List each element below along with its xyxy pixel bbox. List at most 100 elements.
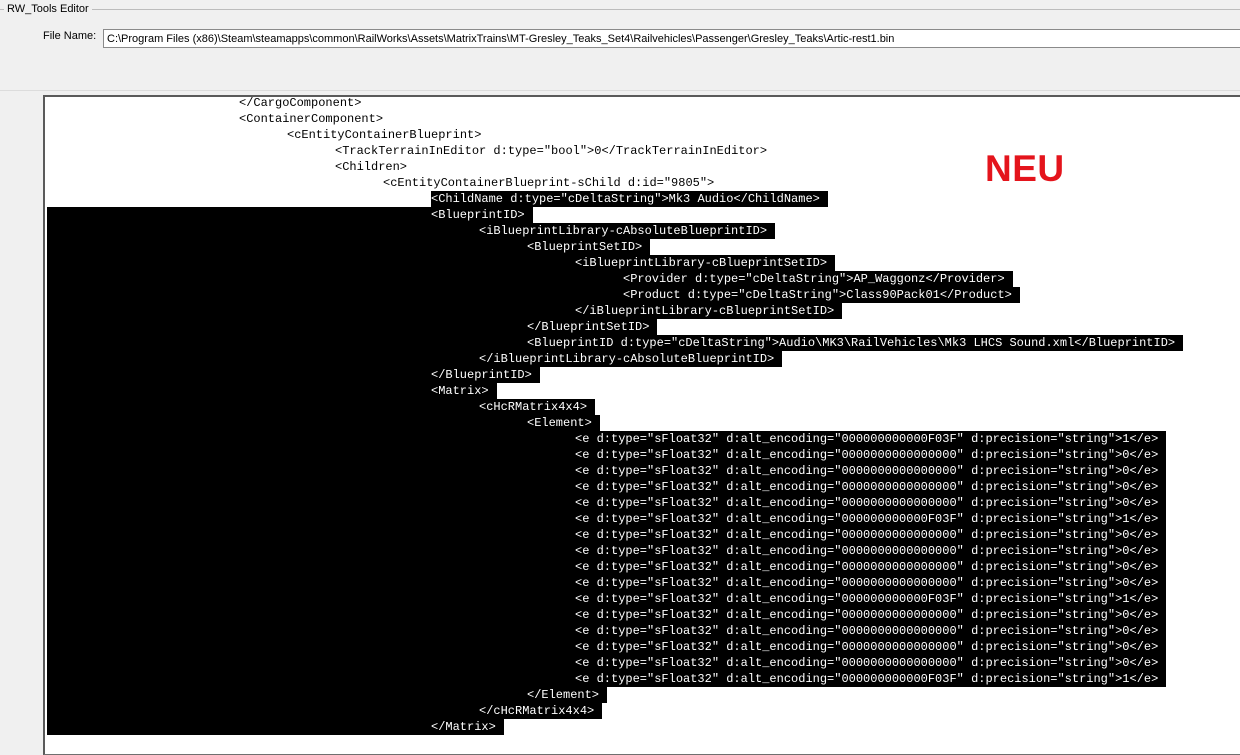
line-text: <e d:type="sFloat32" d:alt_encoding="000…: [575, 431, 1167, 447]
line-text: <cEntityContainerBlueprint-sChild d:id="…: [383, 176, 715, 190]
line-indent: [47, 351, 479, 367]
line-text: </iBlueprintLibrary-cAbsoluteBlueprintID…: [479, 351, 783, 367]
line-indent: [47, 703, 479, 719]
line-indent: [47, 223, 479, 239]
line-text: <e d:type="sFloat32" d:alt_encoding="000…: [575, 463, 1167, 479]
line-text: <e d:type="sFloat32" d:alt_encoding="000…: [575, 527, 1167, 543]
code-line[interactable]: <cEntityContainerBlueprint>: [47, 127, 1240, 143]
code-line[interactable]: <iBlueprintLibrary-cBlueprintSetID>: [47, 255, 1240, 271]
code-line[interactable]: </cHcRMatrix4x4>: [47, 703, 1240, 719]
xml-text-area[interactable]: </CargoComponent> <ContainerComponent> <cE…: [47, 96, 1240, 735]
code-line[interactable]: <e d:type="sFloat32" d:alt_encoding="000…: [47, 431, 1240, 447]
line-indent: [47, 639, 575, 655]
code-line[interactable]: <e d:type="sFloat32" d:alt_encoding="000…: [47, 463, 1240, 479]
code-line[interactable]: <Element>: [47, 415, 1240, 431]
code-line[interactable]: </Element>: [47, 687, 1240, 703]
line-text: <e d:type="sFloat32" d:alt_encoding="000…: [575, 607, 1167, 623]
line-text: <e d:type="sFloat32" d:alt_encoding="000…: [575, 639, 1167, 655]
code-line[interactable]: <BlueprintID>: [47, 207, 1240, 223]
code-line[interactable]: <e d:type="sFloat32" d:alt_encoding="000…: [47, 559, 1240, 575]
code-line[interactable]: </iBlueprintLibrary-cBlueprintSetID>: [47, 303, 1240, 319]
code-line[interactable]: <Product d:type="cDeltaString">Class90Pa…: [47, 287, 1240, 303]
line-text: <ChildName d:type="cDeltaString">Mk3 Aud…: [431, 191, 828, 207]
line-text: <e d:type="sFloat32" d:alt_encoding="000…: [575, 495, 1167, 511]
code-line[interactable]: <e d:type="sFloat32" d:alt_encoding="000…: [47, 479, 1240, 495]
line-indent: [47, 319, 527, 335]
line-text: <e d:type="sFloat32" d:alt_encoding="000…: [575, 575, 1167, 591]
line-text: </Matrix>: [431, 719, 504, 735]
code-line[interactable]: <e d:type="sFloat32" d:alt_encoding="000…: [47, 543, 1240, 559]
file-name-field[interactable]: C:\Program Files (x86)\Steam\steamapps\c…: [103, 29, 1240, 48]
code-line[interactable]: <e d:type="sFloat32" d:alt_encoding="000…: [47, 671, 1240, 687]
code-line[interactable]: <e d:type="sFloat32" d:alt_encoding="000…: [47, 623, 1240, 639]
line-text: <BlueprintSetID>: [527, 239, 651, 255]
line-text: <e d:type="sFloat32" d:alt_encoding="000…: [575, 655, 1167, 671]
line-text: <Children>: [335, 160, 408, 174]
line-indent: [47, 255, 575, 271]
code-line[interactable]: <e d:type="sFloat32" d:alt_encoding="000…: [47, 511, 1240, 527]
line-text: </Element>: [527, 687, 608, 703]
line-indent: [47, 511, 575, 527]
code-line[interactable]: <e d:type="sFloat32" d:alt_encoding="000…: [47, 591, 1240, 607]
code-line[interactable]: <e d:type="sFloat32" d:alt_encoding="000…: [47, 447, 1240, 463]
line-text: <iBlueprintLibrary-cAbsoluteBlueprintID>: [479, 223, 776, 239]
line-indent: [47, 655, 575, 671]
line-text: <Element>: [527, 415, 600, 431]
line-text: <e d:type="sFloat32" d:alt_encoding="000…: [575, 479, 1167, 495]
code-line[interactable]: <e d:type="sFloat32" d:alt_encoding="000…: [47, 495, 1240, 511]
code-line[interactable]: <ChildName d:type="cDeltaString">Mk3 Aud…: [47, 191, 1240, 207]
line-indent: [47, 207, 431, 223]
code-line[interactable]: </BlueprintID>: [47, 367, 1240, 383]
line-indent: [47, 287, 623, 303]
code-line[interactable]: <e d:type="sFloat32" d:alt_encoding="000…: [47, 575, 1240, 591]
code-line[interactable]: </CargoComponent>: [47, 96, 1240, 111]
code-line[interactable]: <BlueprintSetID>: [47, 239, 1240, 255]
code-line[interactable]: <e d:type="sFloat32" d:alt_encoding="000…: [47, 655, 1240, 671]
line-indent: [47, 575, 575, 591]
line-text: <ContainerComponent>: [239, 112, 384, 126]
line-text: <e d:type="sFloat32" d:alt_encoding="000…: [575, 591, 1167, 607]
line-indent: [47, 495, 575, 511]
code-line[interactable]: <Provider d:type="cDeltaString">AP_Waggo…: [47, 271, 1240, 287]
line-indent: [47, 479, 575, 495]
group-title: RW_Tools Editor: [4, 3, 92, 15]
code-line[interactable]: <Matrix>: [47, 383, 1240, 399]
line-indent: [47, 623, 575, 639]
line-text: <BlueprintID>: [431, 207, 533, 223]
line-text: </CargoComponent>: [239, 96, 362, 110]
line-indent: [47, 607, 575, 623]
code-line[interactable]: </Matrix>: [47, 719, 1240, 735]
line-indent: [47, 271, 623, 287]
line-text: </iBlueprintLibrary-cBlueprintSetID>: [575, 303, 843, 319]
code-line[interactable]: </iBlueprintLibrary-cAbsoluteBlueprintID…: [47, 351, 1240, 367]
code-line[interactable]: <ContainerComponent>: [47, 111, 1240, 127]
code-line[interactable]: </BlueprintSetID>: [47, 319, 1240, 335]
line-indent: [47, 527, 575, 543]
editor-group-box: [0, 9, 1240, 91]
code-line[interactable]: <BlueprintID d:type="cDeltaString">Audio…: [47, 335, 1240, 351]
code-line[interactable]: <cHcRMatrix4x4>: [47, 399, 1240, 415]
line-text: <e d:type="sFloat32" d:alt_encoding="000…: [575, 511, 1167, 527]
line-indent: [47, 687, 527, 703]
code-line[interactable]: <e d:type="sFloat32" d:alt_encoding="000…: [47, 607, 1240, 623]
line-indent: [47, 303, 575, 319]
line-text: <Matrix>: [431, 383, 497, 399]
code-line[interactable]: <e d:type="sFloat32" d:alt_encoding="000…: [47, 527, 1240, 543]
line-text: </cHcRMatrix4x4>: [479, 703, 603, 719]
line-indent: [47, 399, 479, 415]
line-text: <Product d:type="cDeltaString">Class90Pa…: [623, 287, 1020, 303]
line-indent: [47, 415, 527, 431]
line-indent: [47, 719, 431, 735]
line-indent: [47, 447, 575, 463]
line-text: <iBlueprintLibrary-cBlueprintSetID>: [575, 255, 836, 271]
code-line[interactable]: <e d:type="sFloat32" d:alt_encoding="000…: [47, 639, 1240, 655]
code-line[interactable]: <iBlueprintLibrary-cAbsoluteBlueprintID>: [47, 223, 1240, 239]
xml-editor[interactable]: </CargoComponent> <ContainerComponent> <cE…: [43, 95, 1240, 755]
line-indent: [47, 335, 527, 351]
